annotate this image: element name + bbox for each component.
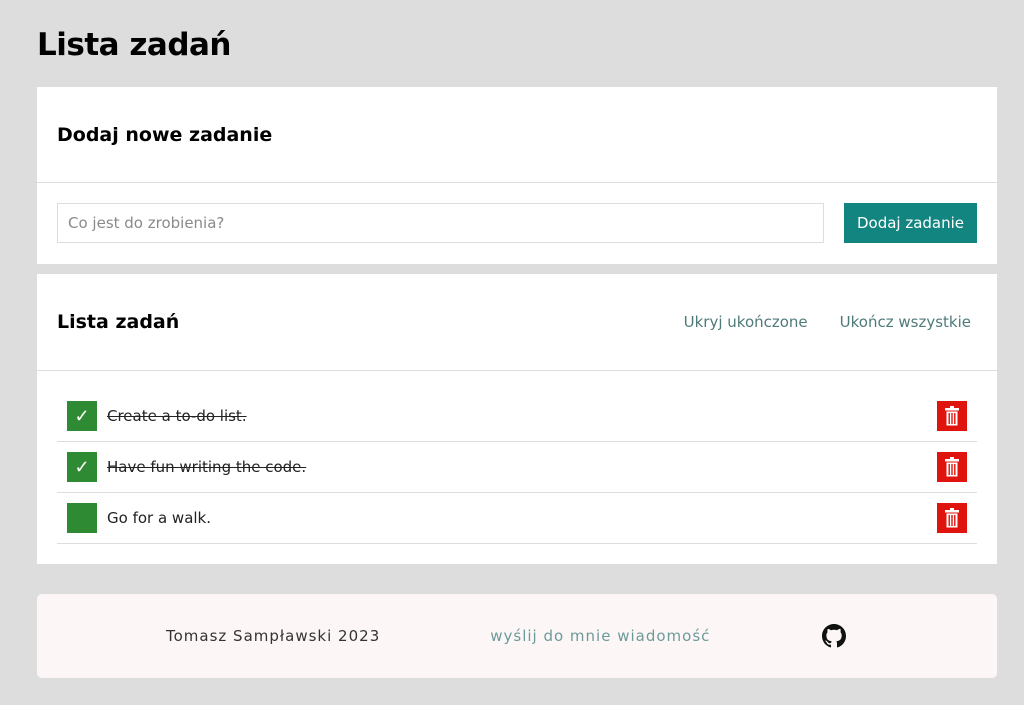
task-content: Have fun writing the code.	[107, 458, 307, 476]
new-task-input[interactable]	[57, 203, 824, 243]
task-list-section: Lista zadań Ukryj ukończone Ukończ wszys…	[37, 274, 997, 564]
add-task-heading: Dodaj nowe zadanie	[57, 123, 273, 146]
trash-icon	[945, 406, 959, 426]
task-item: Go for a walk.	[57, 493, 977, 544]
footer-author: Tomasz Sampławski 2023	[166, 627, 381, 645]
check-icon: ✓	[74, 457, 90, 477]
task-content: Go for a walk.	[107, 509, 212, 527]
task-list-actions: Ukryj ukończone Ukończ wszystkie	[684, 313, 977, 331]
finish-all-button[interactable]: Ukończ wszystkie	[840, 313, 971, 331]
page-title: Lista zadań	[37, 27, 232, 63]
github-link[interactable]	[822, 624, 847, 648]
add-task-header: Dodaj nowe zadanie	[37, 87, 997, 183]
hide-done-button[interactable]: Ukryj ukończone	[684, 313, 808, 331]
trash-icon	[945, 457, 959, 477]
add-task-button[interactable]: Dodaj zadanie	[844, 203, 977, 243]
check-icon: ✓	[74, 406, 90, 426]
task-content: Create a to-do list.	[107, 407, 247, 425]
footer: Tomasz Sampławski 2023 wyślij do mnie wi…	[37, 594, 997, 678]
add-task-section: Dodaj nowe zadanie Dodaj zadanie	[37, 87, 997, 264]
add-task-form: Dodaj zadanie	[37, 183, 997, 243]
contact-link[interactable]: wyślij do mnie wiadomość	[490, 627, 710, 645]
task-list-heading: Lista zadań	[57, 311, 180, 333]
github-icon	[822, 624, 847, 648]
task-list: ✓ Create a to-do list. ✓ Have fun writin…	[37, 371, 997, 544]
delete-task-button[interactable]	[937, 401, 967, 431]
toggle-done-button[interactable]: ✓	[67, 452, 97, 482]
toggle-done-button[interactable]	[67, 503, 97, 533]
task-item: ✓ Have fun writing the code.	[57, 442, 977, 493]
trash-icon	[945, 508, 959, 528]
delete-task-button[interactable]	[937, 452, 967, 482]
delete-task-button[interactable]	[937, 503, 967, 533]
toggle-done-button[interactable]: ✓	[67, 401, 97, 431]
task-item: ✓ Create a to-do list.	[57, 391, 977, 442]
task-list-header: Lista zadań Ukryj ukończone Ukończ wszys…	[37, 274, 997, 371]
